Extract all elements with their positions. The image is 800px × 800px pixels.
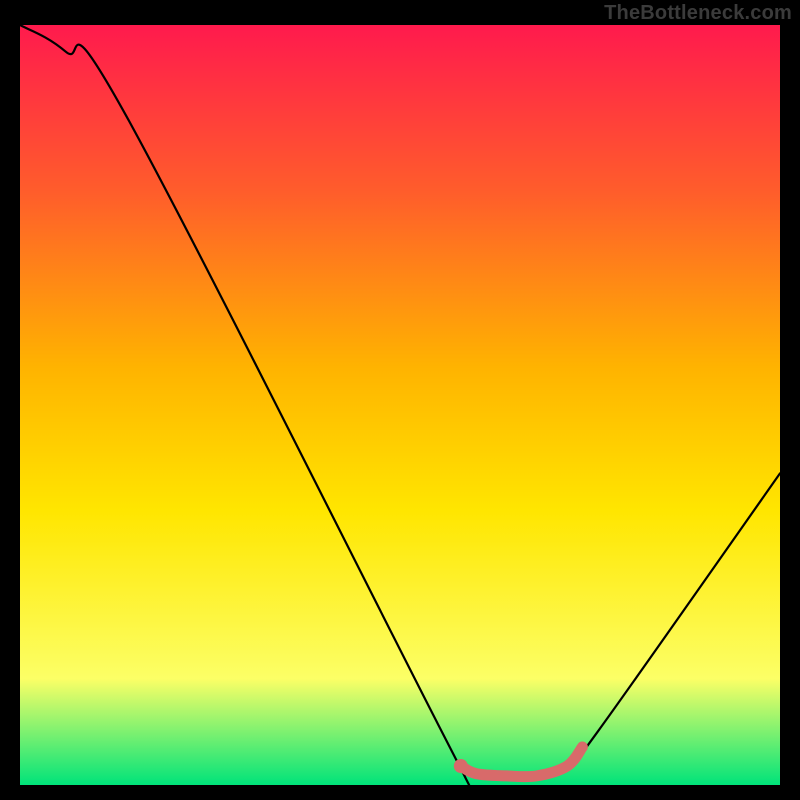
chart-svg xyxy=(20,25,780,785)
gradient-background xyxy=(20,25,780,785)
marker-dot xyxy=(454,759,468,773)
plot-area xyxy=(20,25,780,785)
attribution-text: TheBottleneck.com xyxy=(604,2,792,25)
chart-frame: TheBottleneck.com xyxy=(0,0,800,800)
